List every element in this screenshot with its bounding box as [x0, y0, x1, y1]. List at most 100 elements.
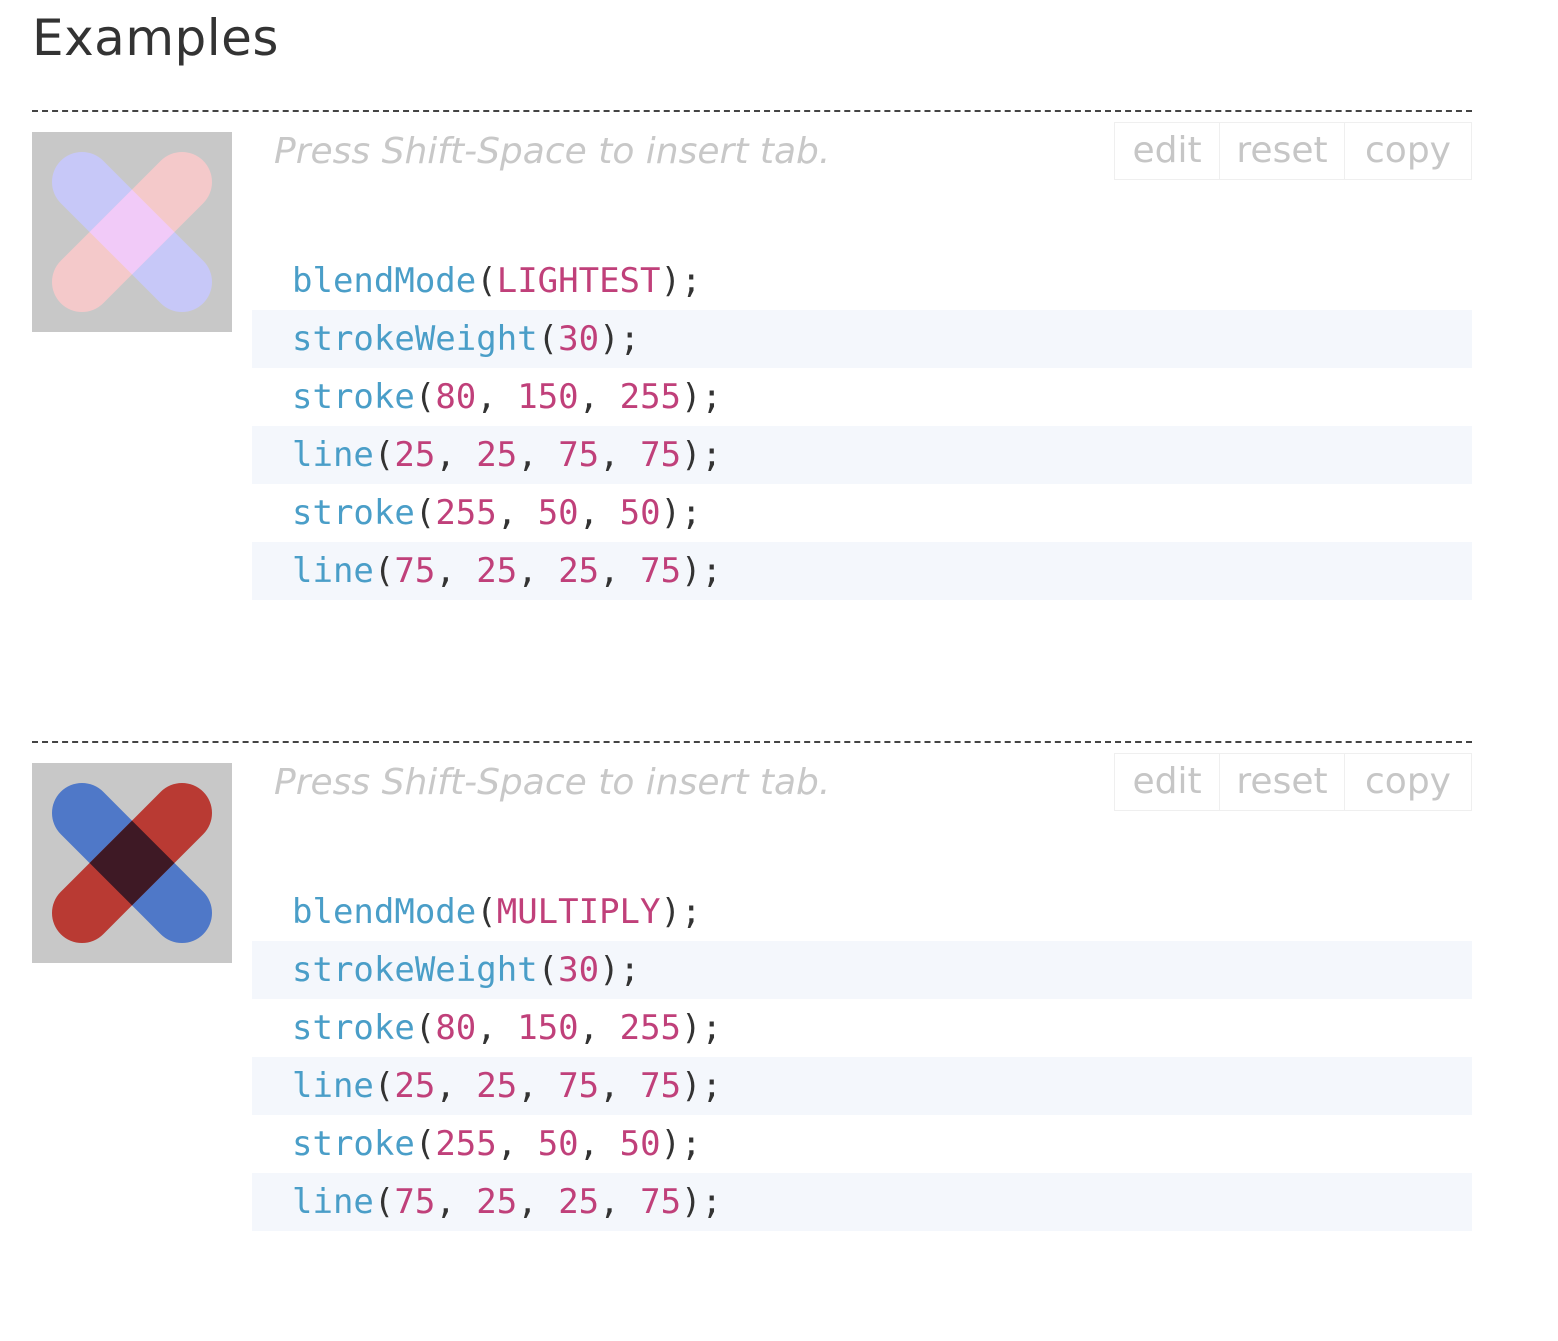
copy-button[interactable]: copy: [1345, 753, 1472, 811]
code-number: 25: [394, 1066, 436, 1106]
code-line: strokeWeight(30);: [252, 941, 1472, 999]
example-2: Press Shift-Space to insert tab. edit re…: [32, 741, 1472, 1341]
editor-button-group: edit reset copy: [1114, 122, 1472, 180]
edit-button[interactable]: edit: [1114, 753, 1220, 811]
code-constant: MULTIPLY: [496, 892, 661, 932]
code-punctuation: ,: [476, 377, 518, 417]
code-punctuation: ,: [578, 493, 620, 533]
code-punctuation: ,: [578, 1008, 620, 1048]
blend-mode-lightest-icon: [32, 132, 232, 332]
code-punctuation: (: [414, 493, 436, 533]
code-number: 25: [394, 435, 436, 475]
code-number: 50: [537, 1124, 579, 1164]
divider: [32, 741, 1472, 743]
code-number: 150: [517, 377, 579, 417]
code-punctuation: (: [476, 892, 497, 932]
code-constant: LIGHTEST: [496, 261, 661, 301]
code-punctuation: ,: [476, 1008, 518, 1048]
code-punctuation: );: [599, 950, 641, 990]
code-punctuation: );: [681, 551, 722, 591]
code-number: 25: [476, 551, 518, 591]
code-line: line(25, 25, 75, 75);: [252, 426, 1472, 484]
code-punctuation: ,: [435, 1066, 477, 1106]
code-line: stroke(80, 150, 255);: [252, 999, 1472, 1057]
code-line: blendMode(MULTIPLY);: [252, 883, 1472, 941]
editor-hint: Press Shift-Space to insert tab.: [274, 762, 831, 803]
reset-button[interactable]: reset: [1220, 753, 1345, 811]
code-punctuation: );: [660, 493, 702, 533]
code-line: stroke(80, 150, 255);: [252, 368, 1472, 426]
edit-button[interactable]: edit: [1114, 122, 1220, 180]
code-punctuation: ,: [496, 1124, 538, 1164]
code-punctuation: );: [681, 1182, 722, 1222]
code-number: 30: [558, 319, 600, 359]
code-number: 75: [640, 1182, 682, 1222]
code-number: 25: [476, 435, 518, 475]
code-number: 50: [619, 493, 661, 533]
code-line: strokeWeight(30);: [252, 310, 1472, 368]
code-line: line(75, 25, 25, 75);: [252, 1173, 1472, 1231]
code-line: line(25, 25, 75, 75);: [252, 1057, 1472, 1115]
code-punctuation: );: [681, 1066, 722, 1106]
editor-hint: Press Shift-Space to insert tab.: [274, 131, 831, 172]
code-punctuation: (: [373, 551, 395, 591]
code-punctuation: ,: [517, 435, 559, 475]
code-punctuation: (: [373, 435, 395, 475]
reset-button[interactable]: reset: [1220, 122, 1345, 180]
code-punctuation: ,: [599, 1182, 641, 1222]
code-punctuation: (: [537, 950, 559, 990]
code-number: 255: [435, 1124, 497, 1164]
divider: [32, 110, 1472, 112]
code-punctuation: ,: [517, 551, 559, 591]
code-punctuation: ,: [599, 1066, 641, 1106]
code-punctuation: (: [537, 319, 559, 359]
code-number: 255: [619, 377, 682, 417]
code-punctuation: ,: [578, 377, 620, 417]
code-line: line(75, 25, 25, 75);: [252, 542, 1472, 600]
code-punctuation: (: [373, 1182, 395, 1222]
code-number: 75: [640, 551, 682, 591]
code-punctuation: ,: [599, 435, 641, 475]
code-number: 255: [435, 493, 497, 533]
code-punctuation: (: [373, 1066, 395, 1106]
code-function: stroke: [292, 1008, 415, 1048]
code-line: blendMode(LIGHTEST);: [252, 252, 1472, 310]
code-punctuation: ,: [435, 435, 477, 475]
code-punctuation: (: [414, 1124, 436, 1164]
code-punctuation: );: [660, 261, 702, 301]
code-number: 25: [476, 1182, 518, 1222]
code-number: 80: [435, 377, 477, 417]
code-punctuation: );: [681, 435, 722, 475]
code-line: stroke(255, 50, 50);: [252, 484, 1472, 542]
copy-button[interactable]: copy: [1345, 122, 1472, 180]
code-number: 25: [558, 551, 600, 591]
code-function: stroke: [292, 1124, 415, 1164]
code-number: 50: [619, 1124, 661, 1164]
code-function: strokeWeight: [292, 319, 538, 359]
code-editor[interactable]: blendMode(MULTIPLY); strokeWeight(30); str…: [252, 883, 1472, 1231]
blend-mode-multiply-icon: [32, 763, 232, 963]
code-editor[interactable]: blendMode(LIGHTEST); strokeWeight(30); str…: [252, 252, 1472, 600]
code-punctuation: ,: [496, 493, 538, 533]
code-function: stroke: [292, 377, 415, 417]
code-number: 30: [558, 950, 600, 990]
code-number: 75: [394, 1182, 436, 1222]
code-function: line: [292, 435, 374, 475]
code-punctuation: ,: [599, 551, 641, 591]
code-function: blendMode: [292, 261, 477, 301]
code-punctuation: ,: [517, 1066, 559, 1106]
code-function: strokeWeight: [292, 950, 538, 990]
code-punctuation: ,: [578, 1124, 620, 1164]
code-punctuation: ,: [435, 551, 477, 591]
code-number: 25: [476, 1066, 518, 1106]
code-punctuation: );: [681, 377, 722, 417]
code-punctuation: );: [660, 892, 702, 932]
code-number: 75: [558, 435, 600, 475]
code-punctuation: );: [681, 1008, 722, 1048]
code-function: blendMode: [292, 892, 477, 932]
code-punctuation: ,: [435, 1182, 477, 1222]
code-function: stroke: [292, 493, 415, 533]
code-punctuation: (: [414, 1008, 436, 1048]
code-number: 80: [435, 1008, 477, 1048]
code-number: 150: [517, 1008, 579, 1048]
